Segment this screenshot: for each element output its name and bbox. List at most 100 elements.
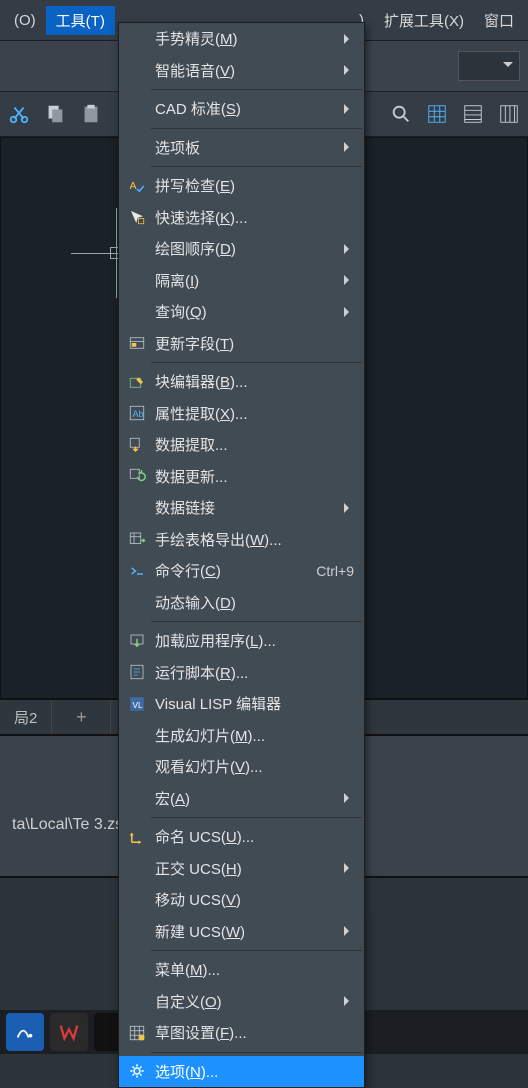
menu-separator <box>151 166 362 167</box>
menu-item[interactable]: 隔离(I) <box>119 265 364 297</box>
blank-icon <box>125 60 149 80</box>
blank-icon <box>125 921 149 941</box>
menu-item-label: 自定义(O) <box>155 991 338 1012</box>
menu-item-label: 手绘表格导出(W)... <box>155 529 354 550</box>
dsettings-icon <box>125 1023 149 1043</box>
menu-item[interactable]: 数据更新... <box>119 461 364 493</box>
menu-item[interactable]: 查询(Q) <box>119 296 364 328</box>
cut-icon[interactable] <box>6 101 32 127</box>
menu-item[interactable]: 运行脚本(R)... <box>119 657 364 689</box>
menu-item[interactable]: 数据链接 <box>119 492 364 524</box>
attext-icon: Ab <box>125 403 149 423</box>
menu-item[interactable]: 命令行(C)Ctrl+9 <box>119 555 364 587</box>
menu-item[interactable]: 自定义(O) <box>119 986 364 1018</box>
menu-item[interactable]: 数据提取... <box>119 429 364 461</box>
menu-tools[interactable]: 工具(T) <box>46 6 115 35</box>
spell-icon: A <box>125 176 149 196</box>
menu-item[interactable]: 手绘表格导出(W)... <box>119 524 364 556</box>
qsel-icon <box>125 207 149 227</box>
menu-format[interactable]: (O) <box>4 8 46 33</box>
menu-item-label: 属性提取(X)... <box>155 403 354 424</box>
menu-item[interactable]: A拼写检查(E) <box>119 170 364 202</box>
blank-icon <box>125 592 149 612</box>
menu-separator <box>151 89 362 90</box>
taskbar-app-2[interactable] <box>50 1013 88 1051</box>
menu-item[interactable]: 绘图顺序(D) <box>119 233 364 265</box>
menu-item[interactable]: Ab 属性提取(X)... <box>119 398 364 430</box>
layer-combo[interactable] <box>458 51 520 81</box>
menu-item[interactable]: VL Visual LISP 编辑器 <box>119 688 364 720</box>
menu-item[interactable]: 菜单(M)... <box>119 954 364 986</box>
menu-window[interactable]: 窗口 <box>474 6 524 35</box>
menu-item-label: Visual LISP 编辑器 <box>155 693 354 714</box>
menu-item-label: 快速选择(K)... <box>155 207 354 228</box>
blank-icon <box>125 757 149 777</box>
blank-icon <box>125 302 149 322</box>
field-icon <box>125 333 149 353</box>
menu-item[interactable]: 加载应用程序(L)... <box>119 625 364 657</box>
menu-item[interactable]: CAD 标准(S) <box>119 93 364 125</box>
vlisp-icon: VL <box>125 694 149 714</box>
submenu-arrow-icon <box>344 863 354 873</box>
layout-tab[interactable]: 局2 <box>0 700 52 734</box>
menu-item-label: 命令行(C) <box>155 560 308 581</box>
copy-icon[interactable] <box>42 101 68 127</box>
menu-item[interactable]: 命名 UCS(U)... <box>119 821 364 853</box>
blank-icon <box>125 270 149 290</box>
options-icon <box>125 1061 149 1081</box>
grid-icon-2[interactable] <box>460 101 486 127</box>
submenu-arrow-icon <box>344 503 354 513</box>
menu-separator <box>151 128 362 129</box>
bedit-icon <box>125 372 149 392</box>
blank-icon <box>125 991 149 1011</box>
ucs-icon <box>125 827 149 847</box>
menu-separator <box>151 1052 362 1053</box>
grid-icon-1[interactable] <box>424 101 450 127</box>
blank-icon <box>125 890 149 910</box>
tools-dropdown: 手势精灵(M)智能语音(V) CAD 标准(S) 选项板 A拼写检查(E) 快速选择(K… <box>118 22 365 1088</box>
menu-item[interactable]: 动态输入(D) <box>119 587 364 619</box>
dupd-icon <box>125 466 149 486</box>
menu-item[interactable]: 宏(A) <box>119 783 364 815</box>
menu-item[interactable]: 块编辑器(B)... <box>119 366 364 398</box>
grid-icon-3[interactable] <box>496 101 522 127</box>
blank-icon <box>125 725 149 745</box>
menu-item-label: 隔离(I) <box>155 270 338 291</box>
menu-item[interactable]: 生成幻灯片(M)... <box>119 720 364 752</box>
script-icon <box>125 662 149 682</box>
menu-item-label: 菜单(M)... <box>155 959 354 980</box>
menu-item[interactable]: 新建 UCS(W) <box>119 916 364 948</box>
find-icon[interactable] <box>388 101 414 127</box>
svg-text:A: A <box>130 180 137 192</box>
menu-item-label: 绘图顺序(D) <box>155 238 338 259</box>
menu-item[interactable]: 选项板 <box>119 132 364 164</box>
submenu-arrow-icon <box>344 926 354 936</box>
menu-item[interactable]: 观看幻灯片(V)... <box>119 751 364 783</box>
menu-item-label: 选项板 <box>155 137 338 158</box>
blank-icon <box>125 99 149 119</box>
menu-extend[interactable]: 扩展工具(X) <box>374 6 474 35</box>
menu-item-label: 正交 UCS(H) <box>155 858 338 879</box>
blank-icon <box>125 498 149 518</box>
menu-item[interactable]: 移动 UCS(V) <box>119 884 364 916</box>
menu-item[interactable]: 更新字段(T) <box>119 328 364 360</box>
menu-item[interactable]: 手势精灵(M) <box>119 23 364 55</box>
menu-item[interactable]: 正交 UCS(H) <box>119 853 364 885</box>
submenu-arrow-icon <box>344 793 354 803</box>
blank-icon <box>125 239 149 259</box>
svg-text:VL: VL <box>133 701 144 710</box>
taskbar-app-1[interactable] <box>6 1013 44 1051</box>
add-layout-tab[interactable]: + <box>52 700 111 734</box>
menu-item[interactable]: 智能语音(V) <box>119 55 364 87</box>
menu-separator <box>151 621 362 622</box>
tblexp-icon <box>125 529 149 549</box>
menu-item-label: 宏(A) <box>155 788 338 809</box>
menu-item-label: 更新字段(T) <box>155 333 354 354</box>
submenu-arrow-icon <box>344 244 354 254</box>
paste-icon[interactable] <box>78 101 104 127</box>
dext-icon <box>125 435 149 455</box>
menu-item[interactable]: 选项(N)... <box>119 1056 364 1088</box>
menu-item-label: CAD 标准(S) <box>155 98 338 119</box>
menu-item[interactable]: 草图设置(F)... <box>119 1017 364 1049</box>
menu-item[interactable]: 快速选择(K)... <box>119 202 364 234</box>
